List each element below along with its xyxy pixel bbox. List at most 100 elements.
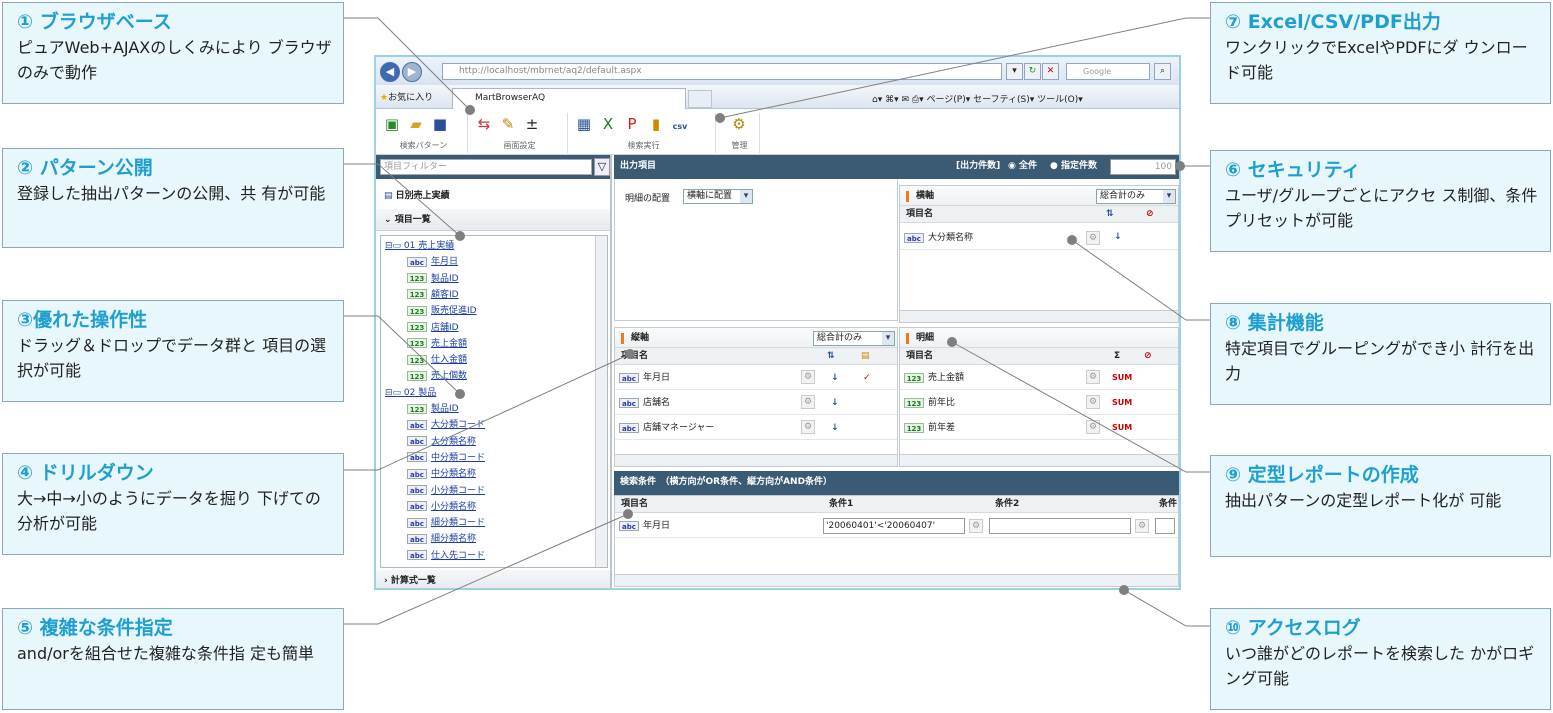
ie-command-bar[interactable]: ⌂▾ ⌘▾ ✉ ⎙▾ ページ(P)▾ セーフティ(S)▾ ツール(O)▾ (872, 92, 1083, 105)
callout-usability: ③優れた操作性 ドラッグ＆ドロップでデータ群と 項目の選択が可能 (2, 300, 344, 402)
number-type-icon: 123 (904, 397, 924, 408)
dropdown-icon[interactable]: ▾ (1006, 63, 1023, 80)
edit-icon[interactable]: ✎ (499, 115, 517, 133)
swap-icon[interactable]: ⇆ (475, 115, 493, 133)
tree-item[interactable]: abc 仕入先コード (407, 548, 485, 564)
horizontal-total-select[interactable]: 総合計のみ (1096, 189, 1176, 204)
tree-item[interactable]: 123 仕入金額 (407, 352, 467, 368)
tree-item[interactable]: abc 大分類コード (407, 417, 485, 433)
tree-item[interactable]: 123 顧客ID (407, 287, 459, 303)
vertical-total-select[interactable]: 総合計のみ (813, 331, 895, 346)
settings-icon[interactable]: ⚙ (1086, 420, 1100, 434)
chart-icon[interactable]: ▮ (647, 115, 665, 133)
callout-title: ⑥ セキュリティ (1225, 159, 1361, 181)
radio-specified[interactable]: ● 指定件数 (1050, 155, 1097, 177)
no-icon[interactable]: ⊘ (1146, 206, 1154, 223)
settings-icon[interactable]: ⚙ (969, 519, 983, 533)
radio-all[interactable]: ◉ 全件 (1008, 155, 1037, 177)
home-icon[interactable]: ⌂▾ ⌘▾ ✉ ⎙▾ (872, 95, 926, 105)
toolbar-group-execute: ▦ X P ▮ csv 検索実行 (572, 113, 716, 153)
detail-scrollbar[interactable] (900, 454, 1178, 466)
excel-icon[interactable]: X (599, 115, 617, 133)
admin-icon[interactable]: ⚙ (730, 115, 748, 133)
count-input[interactable]: 100 (1110, 159, 1176, 175)
tree-item[interactable]: 123 売上金額 (407, 336, 467, 352)
item-list-header[interactable]: ⌄ 項目一覧 (376, 209, 610, 231)
tree-scrollbar[interactable] (595, 236, 607, 567)
sort-icon[interactable]: ⇅ (1106, 206, 1114, 223)
back-button[interactable]: ◀ (380, 62, 400, 82)
settings-icon[interactable]: ⚙ (801, 420, 815, 434)
cond1-input[interactable]: '20060401'<'20060407' (823, 518, 965, 534)
search-scrollbar[interactable] (615, 574, 1178, 586)
sort-icon[interactable]: ⇅ (827, 348, 835, 365)
sort-icon[interactable]: ↓ (1114, 232, 1122, 242)
pattern-name[interactable]: ▤ 日別売上実績 (376, 185, 610, 207)
detail-layout-select[interactable]: 横軸に配置 (683, 189, 753, 204)
sort-icon[interactable]: ↓ (831, 416, 839, 440)
tree-item[interactable]: abc 小分類名称 (407, 499, 476, 515)
filter-icon[interactable]: ▽ (594, 158, 610, 176)
callout-title: ② パターン公開 (17, 157, 153, 179)
detail-row[interactable]: 123 前年差 ⚙ SUM (900, 416, 1178, 440)
search-input[interactable]: Google (1066, 63, 1150, 80)
new-pattern-icon[interactable]: ▣ (383, 115, 401, 133)
tree-item[interactable]: 123 店舗ID (407, 320, 459, 336)
col-cond1: 条件1 (829, 499, 854, 509)
tree-item[interactable]: abc 大分類名称 (407, 434, 476, 450)
no-sigma-icon[interactable]: ⊘ (1144, 348, 1152, 365)
vertical-row[interactable]: abc 店舗名 ⚙ ↓ (615, 391, 897, 415)
favorites-button[interactable]: ★お気に入り (380, 90, 433, 103)
formula-list-header[interactable]: › 計算式一覧 (376, 570, 610, 588)
address-bar[interactable]: http://localhost/mbrnet/aq2/default.aspx (442, 63, 1002, 80)
pdf-icon[interactable]: P (623, 115, 641, 133)
horizontal-scrollbar[interactable] (900, 310, 1178, 322)
tree-item[interactable]: 123 製品ID (407, 401, 459, 417)
sort-icon[interactable]: ↓ (831, 391, 839, 415)
horizontal-row[interactable]: abc 大分類名称 (900, 226, 1178, 250)
sigma-icon[interactable]: Σ (1114, 348, 1120, 365)
search-icon[interactable]: ⌕ (1154, 63, 1171, 80)
item-filter-input[interactable]: 項目フィルター (380, 159, 592, 175)
settings-icon[interactable]: ⚙ (1086, 395, 1100, 409)
save-icon[interactable]: ■ (431, 115, 449, 133)
vertical-scrollbar[interactable] (615, 454, 897, 466)
new-tab-button[interactable] (688, 90, 712, 108)
csv-icon[interactable]: csv (671, 118, 689, 136)
grid-view-icon[interactable]: ▦ (575, 115, 593, 133)
cond3-input[interactable] (1155, 518, 1175, 534)
refresh-icon[interactable]: ↻ (1024, 63, 1041, 80)
settings-icon[interactable]: ⚙ (1086, 370, 1100, 384)
report-icon: ▤ (384, 191, 396, 201)
open-folder-icon[interactable]: ▰ (407, 115, 425, 133)
tree-item[interactable]: abc 年月日 (407, 254, 458, 270)
browser-tab[interactable]: MartBrowserAQ (452, 88, 686, 109)
tree-item[interactable]: abc 小分類コード (407, 483, 485, 499)
callout-title: ④ ドリルダウン (17, 462, 154, 484)
tree-folder[interactable]: ⊟▭ 01 売上実績 (385, 238, 454, 254)
vertical-row[interactable]: abc 年月日 ⚙ ↓ ✓ (615, 366, 897, 390)
settings-icon[interactable]: ⚙ (801, 370, 815, 384)
tree-item[interactable]: abc 細分類名称 (407, 531, 476, 547)
sort-icon[interactable]: ↓ (831, 366, 839, 390)
calc-icon[interactable]: ± (523, 115, 541, 133)
cond2-input[interactable] (989, 518, 1131, 534)
tree-item[interactable]: 123 販売促進ID (407, 303, 477, 319)
stop-icon[interactable]: ✕ (1042, 63, 1059, 80)
detail-row[interactable]: 123 前年比 ⚙ SUM (900, 391, 1178, 415)
forward-button[interactable]: ▶ (402, 62, 422, 82)
check-icon[interactable]: ✓ (863, 366, 871, 390)
tree-folder[interactable]: ⊟▭ 02 製品 (385, 385, 436, 401)
settings-icon[interactable]: ⚙ (1135, 519, 1149, 533)
tree-item[interactable]: abc 中分類名称 (407, 466, 476, 482)
settings-icon[interactable]: ⚙ (1086, 231, 1100, 245)
tree-item[interactable]: 123 売上個数 (407, 368, 467, 384)
tree-item[interactable]: abc 細分類コード (407, 515, 485, 531)
tree-item[interactable]: 123 製品ID (407, 271, 459, 287)
settings-icon[interactable]: ⚙ (801, 395, 815, 409)
subtotal-icon[interactable]: ▤ (861, 348, 870, 365)
tree-item[interactable]: abc 中分類コード (407, 450, 485, 466)
detail-row[interactable]: 123 売上金額 ⚙ SUM (900, 366, 1178, 390)
toolbar-group-screen: ⇆ ✎ ± 画面設定 (472, 113, 568, 153)
vertical-row[interactable]: abc 店舗マネージャー ⚙ ↓ (615, 416, 897, 440)
